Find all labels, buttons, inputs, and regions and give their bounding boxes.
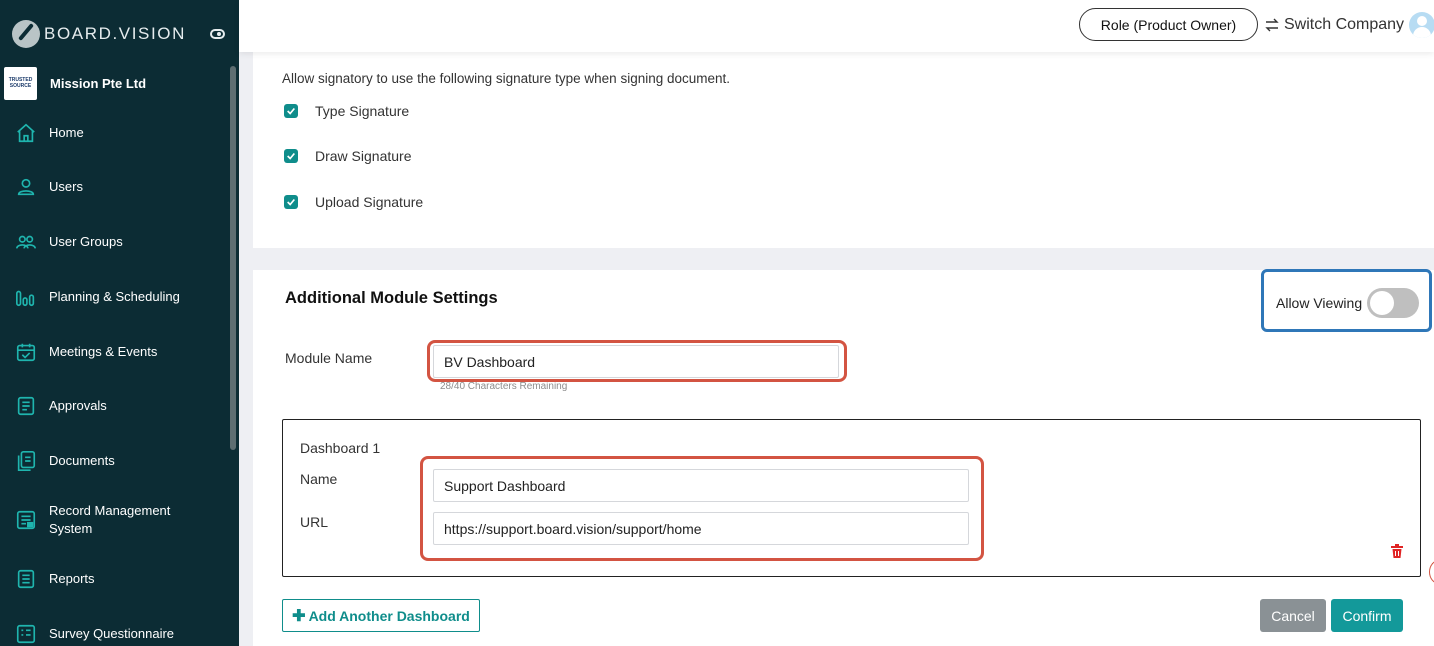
characters-remaining: 28/40 Characters Remaining — [440, 381, 568, 392]
sidebar-item-record-management[interactable]: Record Management System — [0, 499, 230, 541]
partial-edge-icon — [1429, 560, 1434, 584]
switch-company-label: Switch Company — [1284, 16, 1405, 33]
sidebar-item-label: Meetings & Events — [49, 344, 158, 359]
bar-chart-icon — [14, 285, 38, 309]
sidebar-item-label: User Groups — [49, 234, 123, 249]
allow-viewing-highlight: Allow Viewing — [1261, 269, 1432, 332]
check-icon — [287, 107, 295, 115]
upload-signature-label: Upload Signature — [315, 194, 424, 210]
upload-signature-option[interactable]: Upload Signature — [284, 194, 423, 210]
module-settings-card: Additional Module Settings Allow Viewing… — [253, 269, 1434, 646]
survey-icon — [14, 622, 38, 646]
dashboard-title: Dashboard 1 — [300, 440, 381, 456]
add-dashboard-label: Add Another Dashboard — [308, 607, 470, 624]
sidebar-item-label: Planning & Scheduling — [49, 289, 180, 304]
approvals-icon — [14, 394, 38, 418]
company-switcher[interactable]: TRUSTED SOURCE Mission Pte Ltd — [0, 64, 239, 102]
module-name-label: Module Name — [285, 350, 373, 366]
confirm-button[interactable]: Confirm — [1331, 599, 1403, 632]
switch-company-link[interactable]: Switch Company — [1264, 14, 1404, 36]
user-avatar[interactable] — [1409, 12, 1434, 38]
role-button[interactable]: Role (Product Owner) — [1079, 8, 1258, 41]
sidebar-item-label: Record Management System — [49, 503, 171, 536]
brand-name: BOARD.VISION — [44, 24, 187, 43]
draw-signature-label: Draw Signature — [315, 148, 412, 164]
user-icon — [14, 175, 38, 199]
sidebar-item-label: Reports — [49, 571, 95, 586]
sidebar-item-meetings-events[interactable]: Meetings & Events — [0, 332, 230, 372]
draw-signature-checkbox[interactable] — [284, 149, 298, 163]
add-another-dashboard-button[interactable]: ✚ Add Another Dashboard — [282, 599, 480, 632]
dashboard-url-input[interactable] — [433, 512, 969, 545]
allow-viewing-label: Allow Viewing — [1276, 295, 1363, 311]
main-content: Allow signatory to use the following sig… — [239, 0, 1434, 646]
delete-dashboard-trash-icon[interactable] — [1391, 544, 1403, 558]
signature-settings-card: Allow signatory to use the following sig… — [253, 52, 1434, 248]
sidebar-item-label: Documents — [49, 453, 115, 468]
sidebar-item-label: Approvals — [49, 398, 107, 413]
dashboard-url-label: URL — [300, 514, 329, 530]
calendar-icon — [14, 340, 38, 364]
check-icon — [287, 152, 295, 160]
sidebar-scrollbar[interactable] — [230, 66, 236, 450]
sidebar-item-reports[interactable]: Reports — [0, 559, 230, 599]
top-header: Role (Product Owner) Switch Company — [239, 0, 1434, 52]
users-icon — [14, 230, 38, 254]
dashboard-card: Dashboard 1 Name URL — [282, 419, 1421, 577]
dashboard-name-input[interactable] — [433, 469, 969, 502]
module-name-input[interactable] — [433, 345, 839, 378]
company-logo: TRUSTED SOURCE — [4, 66, 37, 100]
allow-viewing-toggle[interactable] — [1367, 288, 1419, 318]
sidebar-item-label: Users — [49, 179, 83, 194]
sidebar-item-user-groups[interactable]: User Groups — [0, 222, 230, 262]
sidebar-item-users[interactable]: Users — [0, 167, 230, 207]
board-vision-logo-icon — [12, 20, 40, 48]
type-signature-checkbox[interactable] — [284, 104, 298, 118]
sidebar-item-documents[interactable]: Documents — [0, 441, 230, 481]
draw-signature-option[interactable]: Draw Signature — [284, 148, 412, 164]
check-icon — [287, 198, 295, 206]
switch-arrows-icon — [1265, 18, 1279, 32]
section-title: Additional Module Settings — [285, 289, 498, 307]
cancel-button[interactable]: Cancel — [1260, 599, 1326, 632]
dashboard-name-label: Name — [300, 471, 338, 487]
home-icon — [14, 121, 38, 145]
documents-icon — [14, 449, 38, 473]
collapse-sidebar-icon[interactable] — [210, 29, 225, 39]
sidebar-item-home[interactable]: Home — [0, 113, 230, 153]
sidebar-item-survey-questionnaire[interactable]: Survey Questionnaire — [0, 614, 230, 646]
reports-icon — [14, 567, 38, 591]
type-signature-label: Type Signature — [315, 103, 410, 119]
signature-description: Allow signatory to use the following sig… — [282, 71, 731, 86]
sidebar-item-approvals[interactable]: Approvals — [0, 386, 230, 426]
upload-signature-checkbox[interactable] — [284, 195, 298, 209]
plus-icon: ✚ — [292, 607, 306, 625]
sidebar-item-label: Home — [49, 125, 84, 140]
toggle-knob — [1370, 291, 1394, 315]
brand[interactable]: BOARD.VISION — [12, 20, 186, 48]
record-icon — [14, 508, 38, 532]
company-name: Mission Pte Ltd — [50, 75, 147, 91]
sidebar-item-planning-scheduling[interactable]: Planning & Scheduling — [0, 277, 230, 317]
sidebar: BOARD.VISION TRUSTED SOURCE Mission Pte … — [0, 0, 239, 646]
sidebar-item-label: Survey Questionnaire — [49, 626, 175, 641]
type-signature-option[interactable]: Type Signature — [284, 103, 409, 119]
